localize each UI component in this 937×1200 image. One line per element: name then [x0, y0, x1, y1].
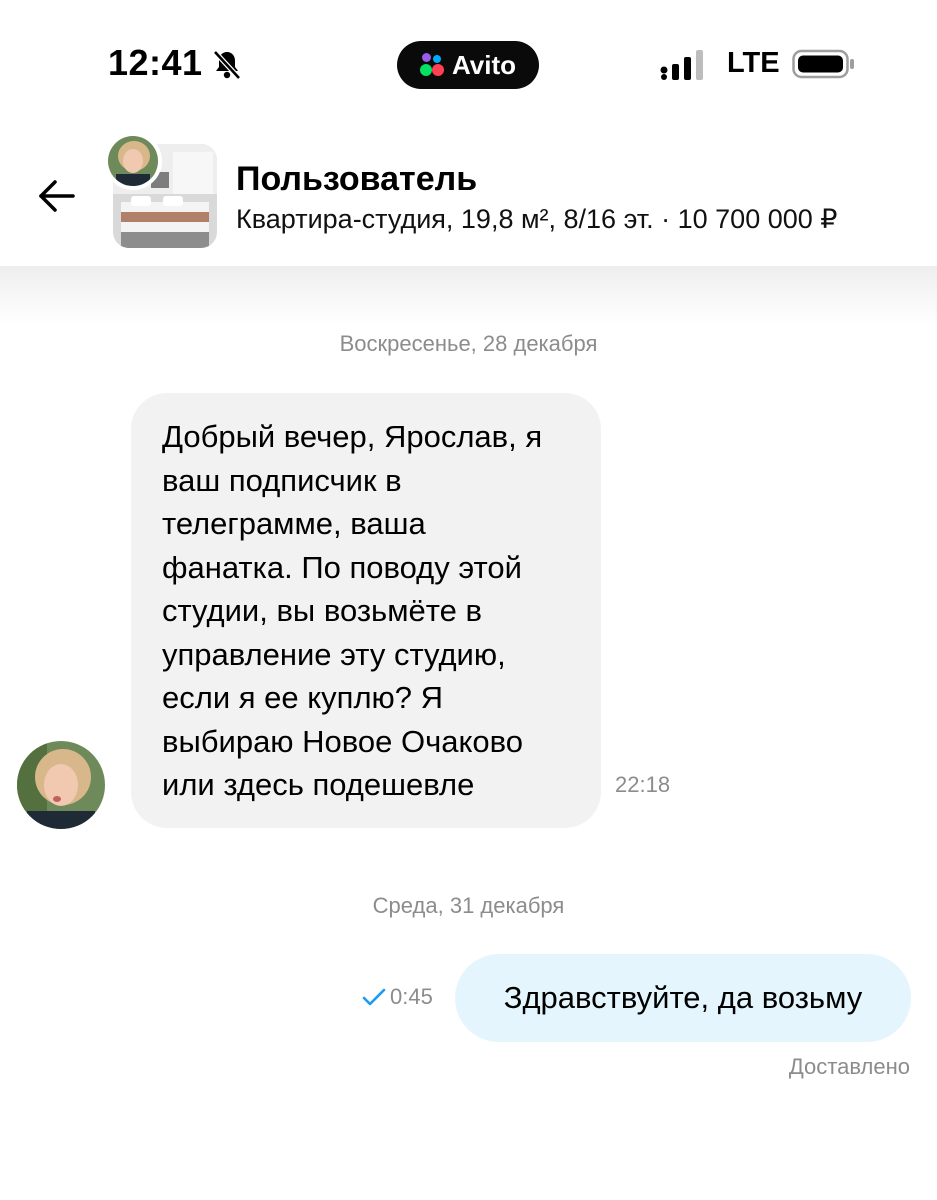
date-separator: Среда, 31 декабря [372, 893, 565, 918]
delivery-status: Доставлено [788, 1054, 910, 1079]
outgoing-message-bubble[interactable]: Здравствуйте, да возьму [455, 954, 911, 1042]
battery-icon [792, 49, 854, 79]
date-separator: Воскресенье, 28 декабря [339, 331, 598, 356]
sender-avatar[interactable] [17, 741, 105, 829]
chat-title: Пользователь [236, 160, 478, 198]
listing-summary[interactable]: Квартира-студия, 19,8 м², 8/16 эт. · 10 … [236, 204, 837, 235]
status-bar: 12:41 Avito LTE [0, 0, 937, 120]
outgoing-message-meta: 0:45 [362, 984, 433, 1010]
network-label: LTE [727, 47, 780, 79]
message-line: выбираю Новое Очаково [162, 723, 524, 759]
avito-label: Avito [451, 49, 517, 80]
check-icon [362, 988, 386, 1006]
user-photo [108, 136, 158, 186]
message-line: если я ее куплю? Я [162, 680, 444, 715]
header-avatar[interactable] [104, 132, 162, 190]
back-button[interactable] [36, 175, 78, 217]
back-arrow-icon [39, 180, 75, 212]
avito-logo-icon [419, 53, 446, 77]
outgoing-message-text: Здравствуйте, да возьму [503, 980, 863, 1015]
message-line: ваш подписчик в [162, 462, 402, 498]
bell-slash-icon [213, 50, 241, 80]
message-line: Добрый вечер, Ярослав, я [162, 419, 543, 454]
message-line: фанатка. По поводу этой [162, 549, 522, 585]
message-line: или здесь подешевле [162, 767, 475, 802]
message-line: телеграмме, ваша [162, 506, 426, 541]
avito-app-pill[interactable]: Avito [397, 41, 539, 89]
message-line: студии, вы возьмёте в [162, 593, 482, 628]
signal-icon [660, 50, 703, 80]
sender-photo [17, 741, 105, 829]
incoming-message-text: Добрый вечер, Ярослав, я ваш подписчик в… [162, 415, 571, 807]
status-time: 12:41 [108, 42, 203, 83]
incoming-message-time: 22:18 [615, 772, 671, 797]
outgoing-message-time: 0:45 [390, 984, 433, 1009]
incoming-message-bubble[interactable]: Добрый вечер, Ярослав, я ваш подписчик в… [131, 393, 601, 828]
header-shadow [0, 266, 937, 326]
message-line: управление эту студию, [162, 636, 506, 672]
chat-header: Пользователь Квартира-студия, 19,8 м², 8… [0, 120, 937, 266]
